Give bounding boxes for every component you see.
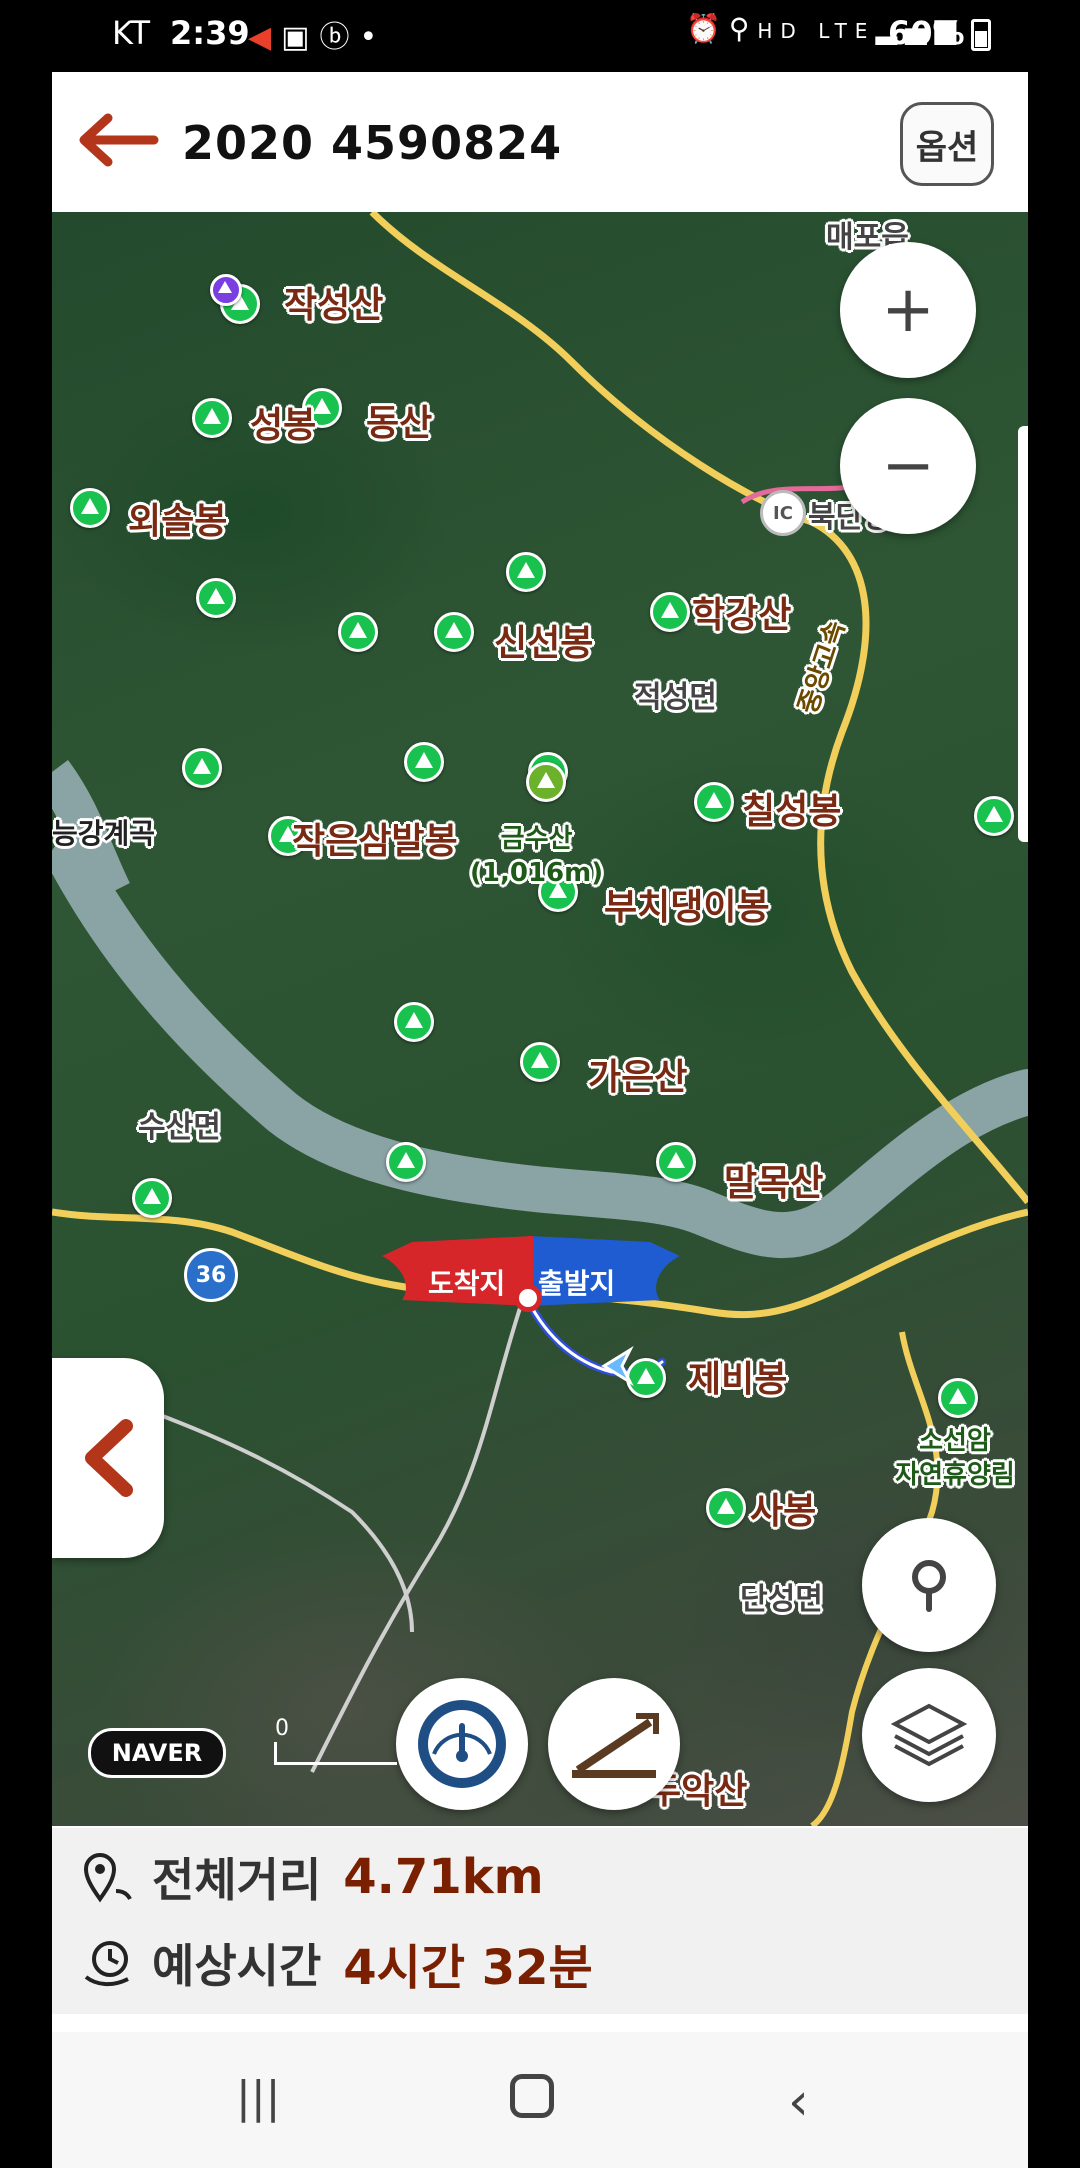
notification-icons: ◀▣ⓑ• — [248, 12, 387, 56]
peak-marker[interactable] — [182, 748, 222, 788]
map-label: 가은산 — [588, 1057, 688, 1098]
distance-row: 전체거리 4.71km — [82, 1842, 544, 1912]
peak-marker[interactable] — [132, 1178, 172, 1218]
peak-marker[interactable] — [520, 1042, 560, 1082]
app-frame: 2020 4590824 옵션 매포읍 작성산 성봉 동산 외솔봉 IC 북단양… — [52, 72, 1028, 2168]
dot-icon: • — [359, 20, 388, 55]
back-icon[interactable]: ‹ — [788, 2072, 809, 2132]
page-title: 2020 4590824 — [182, 116, 563, 170]
map-label: 제비봉 — [688, 1359, 788, 1400]
map-label: 성봉 — [250, 405, 317, 446]
map-label: 작은삼발봉 — [292, 821, 458, 862]
status-bar: KT 2:39 ◀▣ⓑ• ⏰⚲HD LTE▂▄▆ 60% — [0, 0, 1080, 72]
forest-marker[interactable] — [938, 1378, 978, 1418]
peak-marker[interactable] — [338, 612, 378, 652]
summit-elevation: (1,016m) — [470, 858, 604, 888]
home-icon[interactable] — [510, 2074, 554, 2118]
summit-label: 금수산 (1,016m) — [470, 822, 603, 890]
peak-marker-purple[interactable] — [210, 274, 242, 306]
map-label: 단성면 — [740, 1582, 823, 1617]
chevron-left-icon — [85, 1419, 133, 1497]
map-scale-bar: 0 — [274, 1716, 397, 1765]
scale-label: 0 — [275, 1716, 289, 1741]
speed-gauge-button[interactable] — [396, 1678, 528, 1810]
megaphone-icon: ◀ — [248, 20, 282, 55]
departure-flag-label: 출발지 — [538, 1267, 616, 1300]
route-point-marker[interactable] — [514, 1284, 542, 1312]
distance-label: 전체거리 — [152, 1853, 322, 1907]
geumsusan-summit-marker[interactable] — [526, 762, 566, 802]
b-app-icon: ⓑ — [319, 20, 360, 55]
alarm-icon: ⏰ — [686, 12, 729, 45]
direction-arrow-icon — [601, 1346, 634, 1386]
pin-icon — [912, 1560, 946, 1612]
route-shield: 36 — [184, 1248, 238, 1302]
map-label: 사봉 — [750, 1491, 817, 1532]
zoom-in-button[interactable]: + — [840, 242, 976, 378]
map-label: 동산 — [366, 403, 433, 444]
forest-name: 소선암 — [919, 1426, 991, 1456]
distance-pin-icon — [83, 1853, 132, 1903]
side-drawer-handle[interactable] — [1018, 426, 1028, 842]
arrival-flag-label: 도착지 — [428, 1267, 506, 1300]
map-layers-button[interactable] — [862, 1668, 996, 1802]
map-view[interactable]: 매포읍 작성산 성봉 동산 외솔봉 IC 북단양 학강산 신선봉 중앙고속 적성… — [52, 212, 1028, 1826]
clock-icon — [84, 1941, 129, 1986]
ic-badge: IC — [760, 490, 806, 536]
map-label: 말목산 — [724, 1163, 824, 1204]
my-location-button[interactable] — [862, 1518, 996, 1652]
summit-name: 금수산 — [500, 824, 573, 854]
peak-marker[interactable] — [974, 796, 1014, 836]
map-label: 학강산 — [692, 595, 792, 636]
zoom-out-button[interactable]: − — [840, 398, 976, 534]
status-time: 2:39 — [170, 14, 250, 52]
peak-marker[interactable] — [394, 1002, 434, 1042]
peak-marker[interactable] — [650, 592, 690, 632]
map-label: 능강계곡 — [52, 817, 156, 850]
time-value: 4시간 32분 — [343, 1940, 593, 1996]
peak-marker[interactable] — [706, 1488, 746, 1528]
location-icon: ⚲ — [728, 12, 758, 45]
peak-marker[interactable] — [386, 1142, 426, 1182]
carrier-label: KT — [112, 14, 151, 52]
peak-marker[interactable] — [656, 1142, 696, 1182]
time-row: 예상시간 4시간 32분 — [82, 1928, 593, 1998]
map-label: 부치댕이봉 — [604, 887, 770, 928]
peak-marker[interactable] — [694, 782, 734, 822]
map-label: 칠성봉 — [742, 791, 842, 832]
back-arrow-icon[interactable] — [74, 110, 160, 170]
system-nav-bar: ||| ‹ — [52, 2032, 1028, 2168]
peak-marker[interactable] — [70, 488, 110, 528]
hd-lte-icon: HD LTE — [757, 19, 876, 43]
peak-marker[interactable] — [196, 578, 236, 618]
gauge-icon — [418, 1700, 506, 1788]
time-label: 예상시간 — [152, 1939, 322, 1993]
peak-marker[interactable] — [506, 552, 546, 592]
minor-road-2 — [151, 1410, 414, 1633]
collapse-panel-tab[interactable] — [52, 1358, 164, 1558]
battery-icon — [970, 19, 991, 51]
battery: 60% — [888, 14, 991, 52]
recent-apps-icon[interactable]: ||| — [236, 2072, 280, 2123]
options-button[interactable]: 옵션 — [900, 102, 994, 186]
map-label: 외솔봉 — [128, 501, 228, 542]
map-label: 수산면 — [138, 1110, 221, 1145]
battery-percent: 60% — [888, 14, 965, 52]
peak-marker[interactable] — [192, 398, 232, 438]
peak-marker[interactable] — [434, 612, 474, 652]
map-label: 적성면 — [634, 680, 717, 715]
elevation-icon — [572, 1713, 659, 1778]
gamepad-icon: ▣ — [281, 20, 320, 55]
elevation-profile-button[interactable] — [548, 1678, 680, 1810]
map-label: 신선봉 — [494, 623, 594, 664]
peak-marker[interactable] — [404, 742, 444, 782]
distance-value: 4.71km — [343, 1849, 544, 1905]
naver-logo: NAVER — [88, 1728, 226, 1778]
forest-subtitle: 자연휴양림 — [895, 1460, 1015, 1490]
route-summary-panel: 전체거리 4.71km 예상시간 4시간 32분 — [52, 1828, 1028, 2014]
layers-icon — [890, 1703, 968, 1767]
map-label: 작성산 — [284, 285, 384, 326]
forest-label: 소선암 자연휴양림 — [882, 1424, 1028, 1492]
top-bar: 2020 4590824 옵션 — [52, 72, 1028, 208]
